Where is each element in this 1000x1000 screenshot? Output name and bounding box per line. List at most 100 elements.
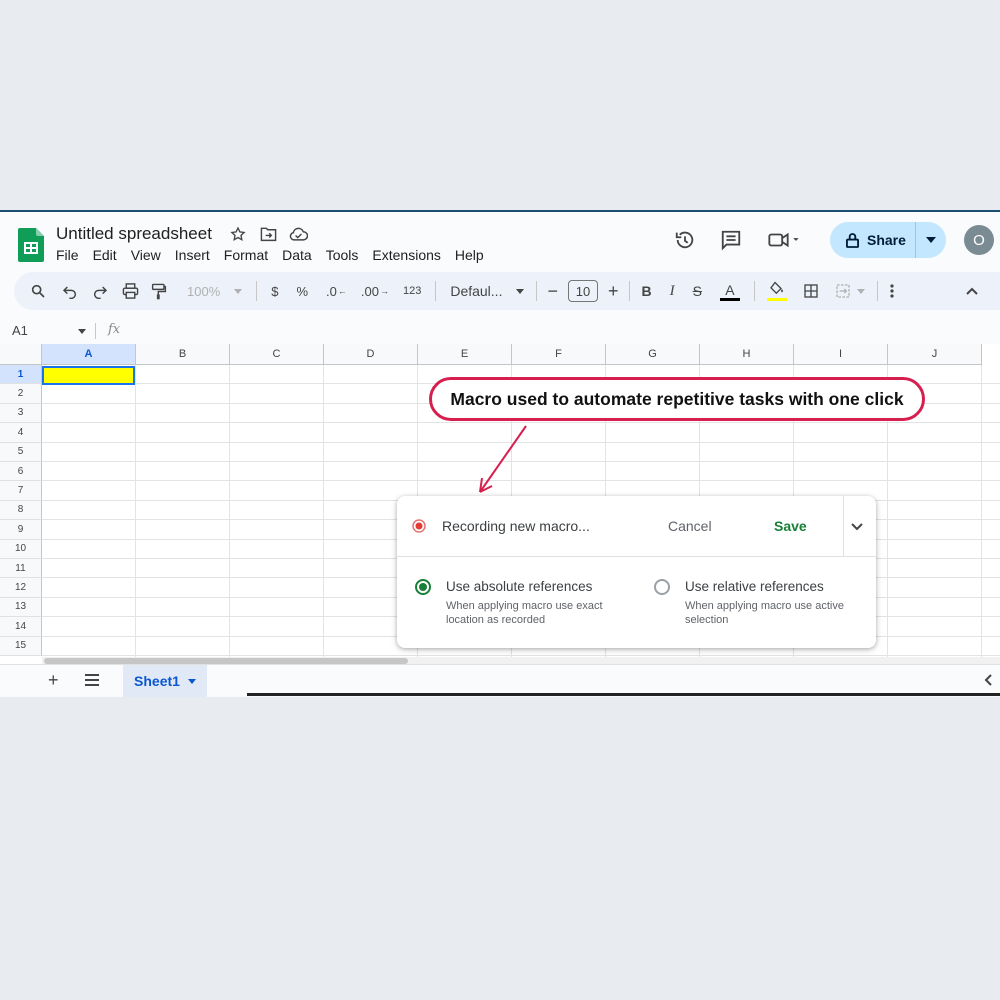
add-sheet-button[interactable]: + — [48, 670, 59, 691]
absolute-references-radio[interactable] — [415, 579, 431, 595]
paint-format-icon[interactable] — [151, 279, 167, 303]
zoom-select[interactable]: 100% — [187, 279, 243, 303]
column-header-b[interactable]: B — [136, 344, 230, 365]
row-header-7[interactable]: 7 — [0, 481, 42, 501]
arrow-left-icon: ← — [337, 286, 347, 296]
column-header-c[interactable]: C — [230, 344, 324, 365]
row-header-4[interactable]: 4 — [0, 423, 42, 443]
bold-button[interactable]: B — [642, 279, 652, 303]
font-family-select[interactable]: Defaul... — [450, 279, 525, 303]
column-header-d[interactable]: D — [324, 344, 418, 365]
row-header-5[interactable]: 5 — [0, 442, 42, 462]
column-header-a[interactable]: A — [42, 344, 136, 365]
merge-cells-icon[interactable] — [835, 279, 865, 303]
percent-format-button[interactable]: % — [296, 279, 308, 303]
row-header-12[interactable]: 12 — [0, 578, 42, 598]
row-header-2[interactable]: 2 — [0, 384, 42, 404]
column-header-h[interactable]: H — [700, 344, 794, 365]
menu-extensions[interactable]: Extensions — [372, 247, 440, 263]
menu-edit[interactable]: Edit — [93, 247, 117, 263]
print-icon[interactable] — [122, 279, 139, 303]
comments-icon[interactable] — [720, 228, 744, 252]
sheets-logo-icon[interactable] — [18, 228, 44, 262]
caret-down-icon — [926, 237, 936, 243]
font-size-value: 10 — [567, 280, 598, 302]
selected-cell-a1[interactable] — [42, 366, 135, 385]
save-button[interactable]: Save — [774, 518, 807, 534]
account-avatar[interactable]: O — [964, 225, 994, 255]
row-header-8[interactable]: 8 — [0, 500, 42, 521]
undo-icon[interactable] — [62, 279, 78, 303]
row-header-13[interactable]: 13 — [0, 597, 42, 618]
row-header-9[interactable]: 9 — [0, 520, 42, 540]
row-header-14[interactable]: 14 — [0, 617, 42, 637]
row-header-3[interactable]: 3 — [0, 403, 42, 424]
name-box-caret-icon[interactable] — [78, 329, 86, 334]
row-header-1[interactable]: 1 — [0, 365, 42, 385]
more-formats-button[interactable]: 123 — [403, 279, 421, 303]
sheet-tab-label: Sheet1 — [134, 673, 180, 689]
caret-down-icon — [856, 288, 865, 294]
menu-help[interactable]: Help — [455, 247, 484, 263]
decrease-decimal-button[interactable]: .0 ← — [326, 279, 347, 303]
chevron-left-icon[interactable] — [984, 673, 992, 691]
meet-video-icon[interactable] — [766, 228, 804, 252]
column-header-g[interactable]: G — [606, 344, 700, 365]
row-header-6[interactable]: 6 — [0, 462, 42, 482]
column-header-f[interactable]: F — [512, 344, 606, 365]
fill-color-button[interactable] — [766, 279, 787, 303]
row-header-15[interactable]: 15 — [0, 636, 42, 656]
redo-icon[interactable] — [92, 279, 108, 303]
column-gridline — [323, 365, 324, 665]
row-gridline — [42, 655, 1000, 656]
relative-references-label: Use relative references — [685, 579, 824, 594]
all-sheets-icon[interactable] — [84, 673, 100, 691]
column-gridline — [229, 365, 230, 665]
document-title[interactable]: Untitled spreadsheet — [56, 224, 212, 244]
font-size-input[interactable]: 10 — [567, 279, 598, 303]
sheet-tab[interactable]: Sheet1 — [123, 665, 207, 697]
strikethrough-button[interactable]: S — [693, 279, 702, 303]
version-history-icon[interactable] — [674, 228, 698, 252]
toolbar-divider — [435, 281, 437, 301]
collapse-toolbar-icon[interactable] — [966, 279, 978, 303]
share-dropdown-button[interactable] — [915, 222, 946, 258]
column-header-i[interactable]: I — [794, 344, 888, 365]
select-all-corner[interactable] — [0, 344, 42, 365]
menu-format[interactable]: Format — [224, 247, 268, 263]
absolute-references-label: Use absolute references — [446, 579, 593, 594]
row-header-11[interactable]: 11 — [0, 559, 42, 579]
text-color-swatch — [719, 297, 740, 301]
menu-insert[interactable]: Insert — [175, 247, 210, 263]
relative-references-radio[interactable] — [654, 579, 670, 595]
menu-data[interactable]: Data — [282, 247, 312, 263]
column-header-e[interactable]: E — [418, 344, 512, 365]
increase-font-size-button[interactable]: + — [608, 279, 619, 303]
text-color-button[interactable]: A — [719, 279, 740, 303]
share-button[interactable]: Share — [830, 222, 946, 258]
italic-button[interactable]: I — [670, 279, 675, 303]
cloud-status-icon[interactable] — [288, 224, 308, 244]
move-folder-icon[interactable] — [258, 224, 278, 244]
menu-view[interactable]: View — [131, 247, 161, 263]
increase-decimal-button[interactable]: .00 → — [361, 279, 389, 303]
toolbar-divider — [753, 281, 755, 301]
search-menus-icon[interactable] — [30, 279, 46, 303]
star-icon[interactable] — [228, 224, 248, 244]
menu-tools[interactable]: Tools — [326, 247, 359, 263]
relative-references-desc: When applying macro use active selection — [685, 600, 844, 626]
more-options-icon[interactable] — [890, 279, 894, 303]
arrow-right-icon: → — [379, 286, 389, 296]
name-box[interactable]: A1 — [12, 323, 28, 338]
chevron-down-icon[interactable] — [851, 518, 863, 536]
column-header-j[interactable]: J — [888, 344, 982, 365]
decrease-font-size-button[interactable]: − — [547, 279, 558, 303]
menu-file[interactable]: File — [56, 247, 79, 263]
toolbar-divider — [536, 281, 538, 301]
absolute-references-desc: When applying macro use exact location a… — [446, 600, 603, 626]
borders-icon[interactable] — [803, 279, 819, 303]
row-header-10[interactable]: 10 — [0, 539, 42, 559]
cancel-button[interactable]: Cancel — [668, 518, 712, 534]
currency-format-button[interactable]: $ — [271, 279, 278, 303]
annotation-arrow-icon — [479, 425, 527, 493]
